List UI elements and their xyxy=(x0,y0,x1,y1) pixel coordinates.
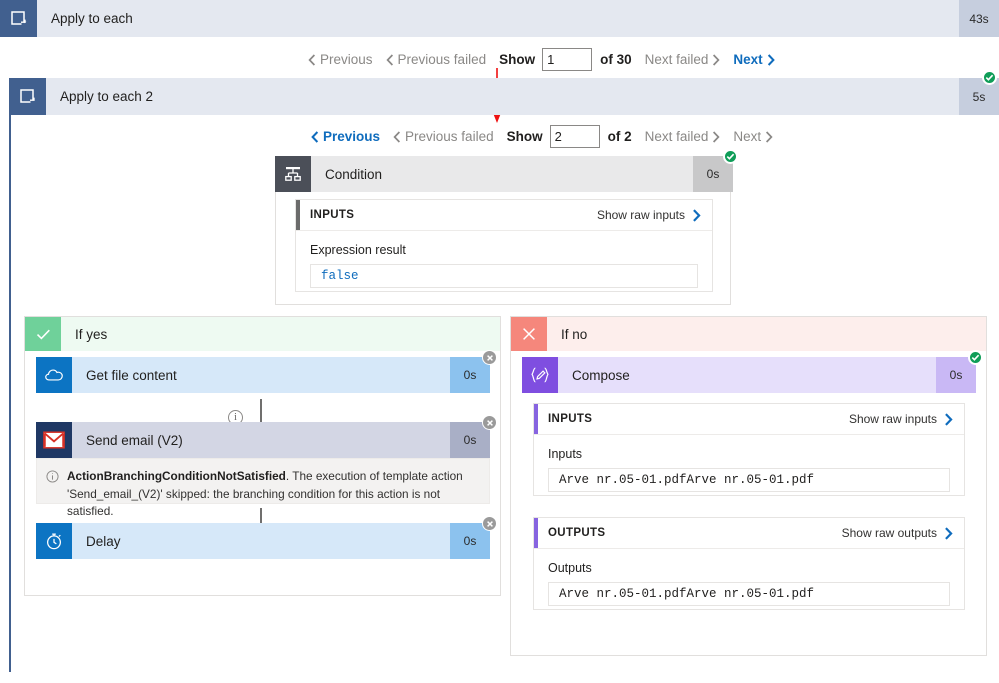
outputs-field-block: Outputs Arve nr.05-01.pdfArve nr.05-01.p… xyxy=(534,549,964,606)
condition-card: Condition 0s INPUTS Show raw inputs Expr… xyxy=(275,149,738,305)
show-raw-inputs-button[interactable]: Show raw inputs xyxy=(597,208,712,222)
gmail-icon xyxy=(36,422,72,458)
next-failed-label: Next failed xyxy=(644,52,709,67)
show-raw-outputs-label: Show raw outputs xyxy=(841,526,937,540)
inputs-header-row: INPUTS Show raw inputs xyxy=(534,404,964,435)
next-label: Next xyxy=(733,52,763,67)
show-label: Show xyxy=(506,129,543,144)
pager-outer: Previous Previous failed Show of 30 Next… xyxy=(308,48,788,71)
action-label: Compose xyxy=(558,357,936,393)
action-compose[interactable]: Compose 0s xyxy=(522,357,976,393)
chevron-right-icon xyxy=(945,412,953,426)
previous-failed-label: Previous failed xyxy=(397,52,487,67)
scope-duration: 43s xyxy=(959,0,999,37)
show-raw-outputs-button[interactable]: Show raw outputs xyxy=(842,526,964,540)
page-number-input[interactable] xyxy=(542,48,593,71)
next-label: Next xyxy=(733,129,762,144)
page-total: of 2 xyxy=(607,129,632,144)
action-label: Get file content xyxy=(72,357,450,393)
condition-icon xyxy=(275,156,311,192)
panel-accent-bar xyxy=(534,518,538,548)
panel-accent-bar xyxy=(534,404,538,434)
skip-message-code: ActionBranchingConditionNotSatisfied xyxy=(67,469,286,483)
scope-apply-to-each-2[interactable]: Apply to each 2 5s xyxy=(9,78,999,115)
scope-apply-to-each[interactable]: Apply to each 43s xyxy=(0,0,999,37)
pager-inner: Previous Previous failed Show of 2 Next … xyxy=(311,125,786,148)
inputs-field-block: Inputs Arve nr.05-01.pdfArve nr.05-01.pd… xyxy=(534,435,964,492)
previous-label: Previous xyxy=(323,129,381,144)
previous-button[interactable]: Previous xyxy=(308,52,373,67)
action-delay[interactable]: Delay 0s xyxy=(36,523,490,559)
inputs-field-value: Arve nr.05-01.pdfArve nr.05-01.pdf xyxy=(548,468,950,492)
expression-result-label: Expression result xyxy=(310,243,406,257)
branch-if-yes: If yes Get file content 0s i Send email … xyxy=(24,316,501,596)
skip-message-text: ActionBranchingConditionNotSatisfied. Th… xyxy=(67,468,479,518)
outputs-header-row: OUTPUTS Show raw outputs xyxy=(534,518,964,549)
branch-if-no: If no Compose 0s INPUTS Show raw inputs … xyxy=(510,316,987,656)
run-history-canvas: Apply to each 43s Previous Previous fail… xyxy=(0,0,999,683)
condition-header[interactable]: Condition 0s xyxy=(275,156,733,192)
if-no-label: If no xyxy=(561,326,588,342)
stopwatch-icon xyxy=(36,523,72,559)
loop-icon xyxy=(0,0,37,37)
next-button[interactable]: Next xyxy=(733,52,775,67)
next-failed-button[interactable]: Next failed xyxy=(645,52,721,67)
skip-message: ActionBranchingConditionNotSatisfied. Th… xyxy=(36,458,490,518)
if-yes-header: If yes xyxy=(25,317,500,351)
chevron-right-icon xyxy=(693,208,701,222)
show-raw-inputs-label: Show raw inputs xyxy=(848,412,937,426)
inputs-header-label: INPUTS xyxy=(310,209,355,221)
panel-accent-bar xyxy=(296,200,300,230)
action-send-email[interactable]: Send email (V2) 0s xyxy=(36,422,490,458)
compose-inputs-panel: INPUTS Show raw inputs Inputs Arve nr.05… xyxy=(533,403,965,496)
check-icon xyxy=(25,317,61,351)
inputs-field-label: Inputs xyxy=(548,447,583,461)
expression-result-block: Expression result false xyxy=(296,231,712,288)
if-yes-label: If yes xyxy=(75,326,108,342)
show-raw-inputs-button[interactable]: Show raw inputs xyxy=(849,412,964,426)
show-raw-inputs-label: Show raw inputs xyxy=(596,208,685,222)
close-icon xyxy=(511,317,547,351)
next-failed-button[interactable]: Next failed xyxy=(645,129,721,144)
outputs-field-value: Arve nr.05-01.pdfArve nr.05-01.pdf xyxy=(548,582,950,606)
status-badge-skipped xyxy=(482,415,497,430)
action-label: Send email (V2) xyxy=(72,422,450,458)
action-label: Delay xyxy=(72,523,450,559)
status-badge-succeeded xyxy=(723,149,738,164)
previous-failed-button[interactable]: Previous failed xyxy=(393,129,494,144)
inputs-header-label: INPUTS xyxy=(548,413,593,425)
status-badge-succeeded xyxy=(982,70,997,85)
info-icon xyxy=(46,470,59,483)
outputs-header-label: OUTPUTS xyxy=(548,527,606,539)
inputs-header-row: INPUTS Show raw inputs xyxy=(296,200,712,231)
expression-result-value: false xyxy=(310,264,698,288)
condition-inputs-panel: INPUTS Show raw inputs Expression result… xyxy=(295,199,713,292)
condition-title: Condition xyxy=(311,156,693,192)
onedrive-icon xyxy=(36,357,72,393)
previous-button[interactable]: Previous xyxy=(311,129,380,144)
status-badge-succeeded xyxy=(968,350,983,365)
page-number-input[interactable] xyxy=(549,125,600,148)
next-failed-label: Next failed xyxy=(644,129,709,144)
status-badge-skipped xyxy=(482,350,497,365)
previous-failed-button[interactable]: Previous failed xyxy=(385,52,487,67)
previous-failed-label: Previous failed xyxy=(405,129,494,144)
outputs-field-label: Outputs xyxy=(548,561,592,575)
compose-outputs-panel: OUTPUTS Show raw outputs Outputs Arve nr… xyxy=(533,517,965,610)
scope-title: Apply to each 2 xyxy=(46,78,959,115)
show-label: Show xyxy=(499,52,536,67)
previous-label: Previous xyxy=(320,52,373,67)
page-total: of 30 xyxy=(600,52,632,67)
compose-icon xyxy=(522,357,558,393)
next-button[interactable]: Next xyxy=(733,129,773,144)
loop-icon xyxy=(9,78,46,115)
action-get-file-content[interactable]: Get file content 0s xyxy=(36,357,490,393)
if-no-header: If no xyxy=(511,317,986,351)
status-badge-skipped xyxy=(482,516,497,531)
scope-left-rail xyxy=(9,115,11,672)
scope-title: Apply to each xyxy=(37,0,959,37)
chevron-right-icon xyxy=(945,526,953,540)
